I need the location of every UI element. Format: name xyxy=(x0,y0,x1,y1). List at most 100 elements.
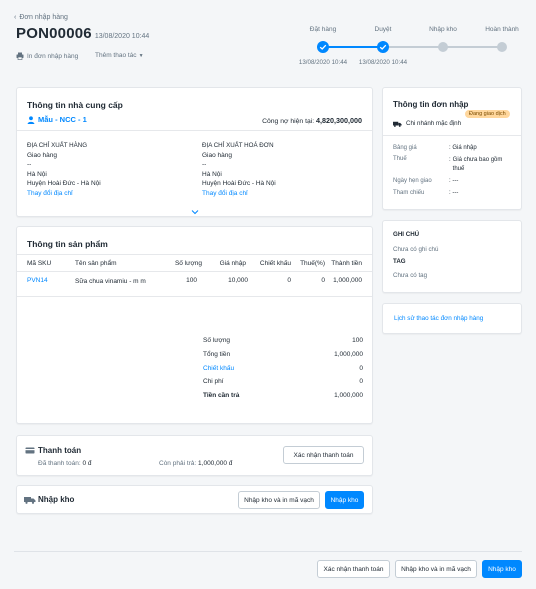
footer-divider xyxy=(14,551,522,552)
order-info-card: Thông tin đơn nhập Đang giao dịch Chi nh… xyxy=(382,87,522,210)
summary-cost: 0 xyxy=(359,378,363,385)
receive-print-barcode-button[interactable]: Nhập kho và in mã vạch xyxy=(238,491,320,509)
col-total: Thành tiền xyxy=(331,260,362,267)
summary-discount: 0 xyxy=(359,365,363,372)
step-label: Nhập kho xyxy=(429,26,457,33)
address-line: Hà Nội xyxy=(202,170,222,178)
back-link-label: Đơn nhập hàng xyxy=(19,14,68,21)
supplier-name: Mẫu - NCC - 1 xyxy=(38,115,87,124)
order-code: PON00006 xyxy=(16,25,92,42)
field-value: : --- xyxy=(449,190,459,196)
truck-icon xyxy=(24,497,36,504)
billing-address-title: ĐỊA CHỈ XUẤT HOÁ ĐƠN xyxy=(202,142,274,149)
footer-receive-print-barcode-button[interactable]: Nhập kho và in mã vạch xyxy=(395,560,477,578)
branch-name: Chi nhánh mặc định xyxy=(406,120,462,127)
step-done-circle xyxy=(377,41,389,53)
summary-discount-link[interactable]: Chiết khấu xyxy=(203,365,234,372)
person-icon xyxy=(27,115,35,124)
address-line: -- xyxy=(202,161,207,168)
receive-card: Nhập kho Nhập kho và in mã vạch Nhập kho xyxy=(16,485,373,514)
status-badge: Đang giao dịch xyxy=(465,110,510,118)
field-label: Tham chiếu xyxy=(393,190,425,196)
row-total: 1,000,000 xyxy=(333,277,362,284)
billing-address: ĐỊA CHỈ XUẤT HOÁ ĐƠN Giao hàng -- Hà Nội… xyxy=(202,141,276,198)
col-sku: Mã SKU xyxy=(27,260,52,267)
row-tax: 0 xyxy=(321,277,325,284)
row-sku-link[interactable]: PVN14 xyxy=(27,277,48,284)
summary-cost-label: Chi phí xyxy=(203,378,224,385)
divider xyxy=(17,254,372,255)
note-value: Chưa có ghi chú xyxy=(393,246,439,253)
notes-card: GHI CHÚ Chưa có ghi chú TAG Chưa có tag xyxy=(382,220,522,293)
print-order-button[interactable]: In đơn nhập hàng xyxy=(16,52,78,60)
more-actions-dropdown[interactable]: Thêm thao tác ▼ xyxy=(95,52,144,59)
step-label: Hoàn thành xyxy=(485,26,519,33)
confirm-payment-button[interactable]: Xác nhận thanh toán xyxy=(283,446,364,464)
truck-icon xyxy=(393,121,402,127)
divider xyxy=(17,271,372,272)
address-line: Huyện Hoài Đức - Hà Nội xyxy=(202,180,276,187)
row-price: 10,000 xyxy=(228,277,248,284)
order-history-link[interactable]: Lịch sử thao tác đơn nhập hàng xyxy=(394,315,483,322)
history-card: Lịch sử thao tác đơn nhập hàng xyxy=(382,303,522,334)
branch: Chi nhánh mặc định xyxy=(393,120,461,127)
expand-chevron-icon[interactable] xyxy=(191,209,199,217)
step-done-circle xyxy=(317,41,329,53)
field-value: : Giá chưa bao gồm thuế xyxy=(449,157,503,172)
row-discount: 0 xyxy=(287,277,291,284)
step-label: Đặt hàng xyxy=(309,26,337,33)
tag-title: TAG xyxy=(393,258,406,265)
remaining-amount: Còn phải trả: 1,000,000 đ xyxy=(159,460,232,467)
tag-value: Chưa có tag xyxy=(393,272,428,279)
summary-qty: 100 xyxy=(352,337,363,344)
step-date: 13/08/2020 10:44 xyxy=(358,59,408,66)
summary-qty-label: Số lượng xyxy=(203,337,231,344)
address-line: Hà Nội xyxy=(27,170,47,178)
summary-topay-label: Tiền cần trả xyxy=(203,392,240,399)
footer-receive-button[interactable]: Nhập kho xyxy=(482,560,522,578)
caret-down-icon: ▼ xyxy=(138,52,144,59)
more-actions-label: Thêm thao tác xyxy=(95,52,137,59)
address-line: Giao hàng xyxy=(202,151,232,159)
printer-icon xyxy=(16,52,24,60)
change-shipping-address-link[interactable]: Thay đổi địa chỉ xyxy=(27,189,101,199)
summary-subtotal-label: Tổng tiền xyxy=(203,351,231,358)
address-line: -- xyxy=(27,161,32,168)
card-payment-icon xyxy=(25,447,35,454)
step-label: Duyệt xyxy=(374,26,392,33)
field-label: Thuế xyxy=(393,156,407,162)
address-line: Giao hàng xyxy=(27,151,57,159)
footer-confirm-payment-button[interactable]: Xác nhận thanh toán xyxy=(317,560,390,578)
step-date: 13/08/2020 10:44 xyxy=(298,59,348,66)
print-order-label: In đơn nhập hàng xyxy=(27,52,79,60)
shipping-address-title: ĐỊA CHỈ XUẤT HÀNG xyxy=(27,142,88,149)
row-name: Sữa chua vinamiu - m m xyxy=(75,278,146,285)
field-value: : --- xyxy=(449,178,459,184)
row-qty: 100 xyxy=(186,277,197,284)
supplier-card-title: Thông tin nhà cung cấp xyxy=(27,100,123,110)
address-line: Huyện Hoài Đức - Hà Nội xyxy=(27,180,101,187)
col-qty: Số lượng xyxy=(174,260,202,267)
receive-button[interactable]: Nhập kho xyxy=(325,491,364,509)
supplier-name-link[interactable]: Mẫu - NCC - 1 xyxy=(27,115,87,124)
col-name: Tên sản phẩm xyxy=(75,260,117,267)
field-label: Bảng giá xyxy=(393,145,417,151)
col-tax: Thuế(%) xyxy=(300,260,325,267)
payment-card: Thanh toán Đã thanh toán: 0 đ Còn phải t… xyxy=(16,435,373,476)
chevron-left-icon: ‹ xyxy=(14,14,17,21)
order-date: 13/08/2020 10:44 xyxy=(94,33,150,40)
back-link[interactable]: ‹ Đơn nhập hàng xyxy=(14,14,68,21)
order-info-title: Thông tin đơn nhập xyxy=(393,100,469,109)
supplier-debt: Công nợ hiện tại: 4,820,300,000 xyxy=(262,116,362,125)
products-card-title: Thông tin sản phẩm xyxy=(27,239,108,249)
check-icon xyxy=(319,44,327,50)
summary-topay: 1,000,000 xyxy=(334,392,363,399)
change-billing-address-link[interactable]: Thay đổi địa chỉ xyxy=(202,189,276,199)
page-title: PON00006 13/08/2020 10:44 xyxy=(16,25,149,42)
paid-label: Đã thanh toán: xyxy=(38,460,81,467)
debt-label: Công nợ hiện tại: xyxy=(262,118,315,125)
remaining-value: 1,000,000 đ xyxy=(198,460,233,467)
col-price: Giá nhập xyxy=(219,260,246,267)
divider xyxy=(17,296,372,297)
check-icon xyxy=(379,44,387,50)
